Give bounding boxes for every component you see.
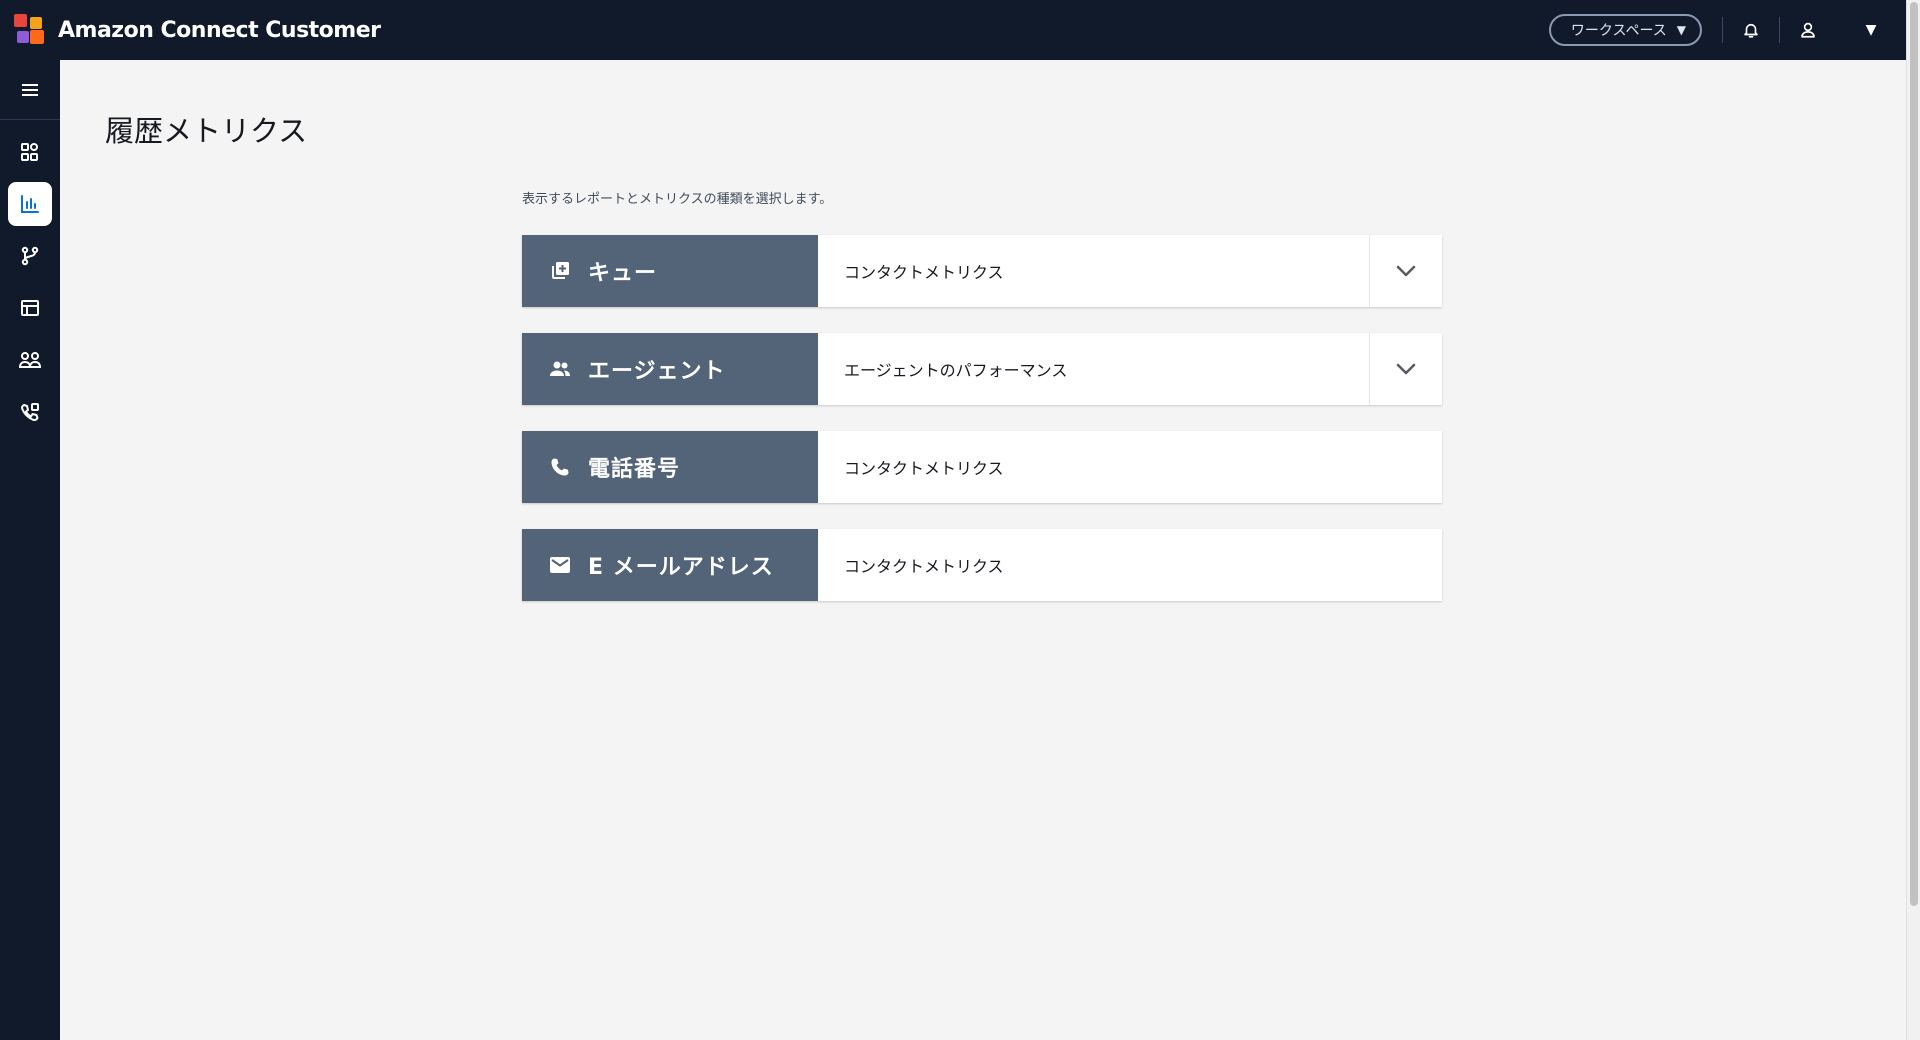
page-title: 履歴メトリクス [105, 114, 308, 148]
scrollbar-thumb[interactable] [1910, 2, 1918, 906]
app-title: Amazon Connect Customer [58, 17, 381, 43]
topbar-actions: ワークスペース ▼ ▼ [1548, 0, 1906, 60]
users-group-icon [19, 352, 41, 368]
sidebar-nav [0, 120, 60, 434]
report-row-queue: キュー コンタクトメトリクス [522, 235, 1442, 307]
report-dropdown-button[interactable] [1369, 235, 1442, 307]
workspace-button[interactable]: ワークスペース ▼ [1548, 14, 1702, 46]
sidebar-item-routing[interactable] [8, 234, 52, 278]
routing-flow-icon [21, 246, 39, 266]
report-row-agent: エージェント エージェントのパフォーマンス [522, 333, 1442, 405]
sidebar-item-channels-phone[interactable] [8, 390, 52, 434]
sidebar-item-users[interactable] [8, 338, 52, 382]
sidebar-item-channels[interactable] [8, 286, 52, 330]
dashboard-icon [21, 143, 38, 161]
report-metric-select[interactable]: コンタクトメトリクス [818, 235, 1369, 307]
report-list: キュー コンタクトメトリクス エージェント エージェントのパフォーマンス 電話番… [522, 235, 1442, 627]
sidebar-item-analytics[interactable] [8, 182, 52, 226]
user-icon [1801, 22, 1815, 38]
report-metric-select[interactable]: エージェントのパフォーマンス [818, 333, 1369, 405]
report-type-label: E メールアドレス [588, 555, 774, 580]
sidebar-toggle-button[interactable] [0, 60, 60, 120]
report-row-phone-number: 電話番号 コンタクトメトリクス [522, 431, 1442, 503]
phone-settings-icon [21, 403, 39, 421]
report-type-email-button[interactable]: E メールアドレス [522, 529, 818, 601]
chevron-down-icon [1396, 265, 1416, 277]
brand[interactable]: Amazon Connect Customer [14, 14, 381, 46]
hamburger-menu-icon [22, 83, 38, 96]
instructions-text: 表示するレポートとメトリクスの種類を選択します。 [522, 192, 833, 207]
agents-icon [548, 357, 572, 381]
user-profile-button[interactable] [1780, 0, 1836, 60]
report-dropdown-button[interactable] [1369, 333, 1442, 405]
notifications-button[interactable] [1723, 0, 1779, 60]
report-type-label: 電話番号 [588, 457, 681, 482]
bar-chart-icon [21, 195, 39, 213]
sidebar [0, 60, 60, 1040]
phone-icon [548, 455, 572, 479]
top-navigation-bar: Amazon Connect Customer ワークスペース ▼ ▼ [0, 0, 1906, 60]
sidebar-item-dashboard[interactable] [8, 130, 52, 174]
amazon-connect-logo [14, 14, 46, 46]
bell-icon [1744, 23, 1758, 38]
queue-add-icon [548, 259, 572, 283]
user-menu-dropdown[interactable]: ▼ [1836, 0, 1906, 60]
report-metric-select[interactable]: コンタクトメトリクス [818, 529, 1442, 601]
email-icon [548, 553, 572, 577]
chevron-down-icon [1396, 363, 1416, 375]
report-metric-select[interactable]: コンタクトメトリクス [818, 431, 1442, 503]
report-type-label: キュー [588, 261, 658, 286]
workspace-label: ワークスペース [1570, 23, 1667, 39]
report-type-agent-button[interactable]: エージェント [522, 333, 818, 405]
table-layout-icon [21, 300, 39, 316]
caret-down-icon: ▼ [1865, 22, 1877, 38]
report-type-label: エージェント [588, 359, 726, 384]
page-scrollbar[interactable] [1906, 0, 1920, 1040]
report-row-email-address: E メールアドレス コンタクトメトリクス [522, 529, 1442, 601]
report-type-queue-button[interactable]: キュー [522, 235, 818, 307]
main-content: 履歴メトリクス 表示するレポートとメトリクスの種類を選択します。 キュー コンタ… [60, 60, 1906, 1040]
report-type-phone-button[interactable]: 電話番号 [522, 431, 818, 503]
caret-down-icon: ▼ [1676, 23, 1686, 37]
